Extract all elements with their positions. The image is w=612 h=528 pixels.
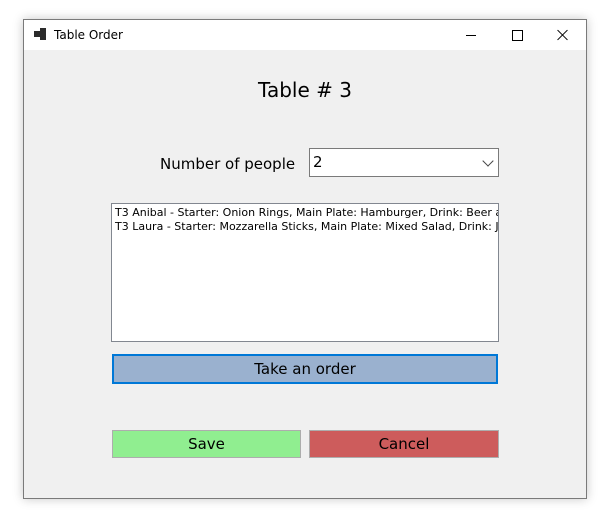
title-bar: Table Order	[24, 20, 586, 50]
close-button[interactable]	[540, 20, 586, 50]
table-heading: Table # 3	[258, 78, 352, 102]
app-window-icon	[34, 28, 48, 40]
orders-listbox[interactable]: T3 Anibal - Starter: Onion Rings, Main P…	[111, 203, 499, 342]
list-item[interactable]: T3 Laura - Starter: Mozzarella Sticks, M…	[112, 220, 498, 234]
maximize-button[interactable]	[494, 20, 540, 50]
number-of-people-value: 2	[313, 153, 323, 171]
close-icon	[557, 29, 569, 41]
minimize-button[interactable]	[448, 20, 494, 50]
take-order-button[interactable]: Take an order	[112, 354, 498, 384]
maximize-icon	[511, 29, 523, 41]
window-title: Table Order	[54, 28, 123, 42]
number-of-people-dropdown[interactable]: 2	[309, 148, 499, 177]
list-item[interactable]: T3 Anibal - Starter: Onion Rings, Main P…	[112, 206, 498, 220]
minimize-icon	[466, 34, 476, 36]
table-order-window: Table Order Table # 3 Number of people 2…	[23, 19, 587, 499]
number-of-people-label: Number of people	[160, 155, 296, 173]
chevron-down-icon	[482, 155, 494, 167]
cancel-button[interactable]: Cancel	[309, 430, 499, 458]
save-button[interactable]: Save	[112, 430, 301, 458]
